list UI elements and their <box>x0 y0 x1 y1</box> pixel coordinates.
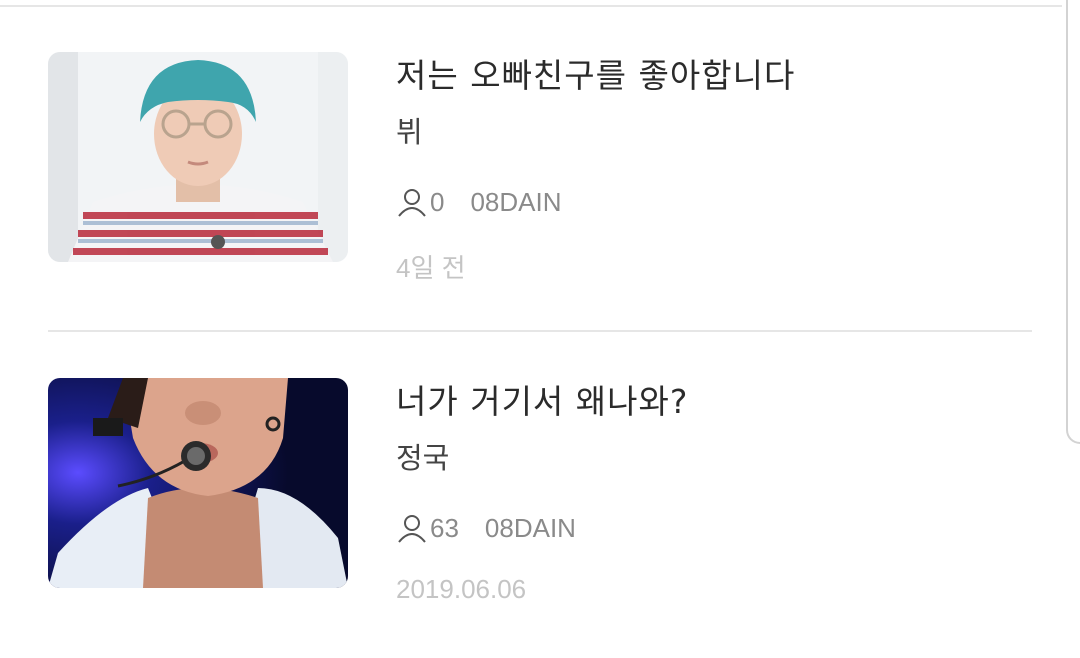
post-item-2[interactable]: 너가 거기서 왜나와? 정국 63 08DAIN 2019.06.06 <box>48 378 1032 658</box>
post-date: 4일 전 <box>396 253 466 283</box>
top-divider <box>0 5 1062 7</box>
post-thumbnail-2[interactable] <box>48 378 348 588</box>
post-item-1[interactable]: 저는 오빠친구를 좋아합니다 뷔 0 08DAIN 4일 전 <box>48 52 1032 332</box>
scroll-panel-edge <box>1066 0 1080 444</box>
user-icon <box>398 515 426 543</box>
post-date: 2019.06.06 <box>396 574 527 604</box>
post-thumbnail-1[interactable] <box>48 52 348 262</box>
author-name: 08DAIN <box>484 512 576 543</box>
post-title[interactable]: 저는 오빠친구를 좋아합니다 <box>396 54 795 98</box>
user-icon <box>398 189 426 217</box>
person-photo-icon <box>48 378 348 588</box>
post-meta: 63 08DAIN <box>396 510 576 546</box>
post-divider <box>48 330 1032 332</box>
view-count: 0 <box>430 186 445 217</box>
post-category: 뷔 <box>396 115 423 149</box>
post-title[interactable]: 너가 거기서 왜나와? <box>396 380 688 424</box>
view-count: 63 <box>430 512 459 543</box>
author-name: 08DAIN <box>470 186 562 217</box>
post-category: 정국 <box>396 441 450 475</box>
person-photo-icon <box>48 52 348 262</box>
post-meta: 0 08DAIN <box>396 184 562 220</box>
